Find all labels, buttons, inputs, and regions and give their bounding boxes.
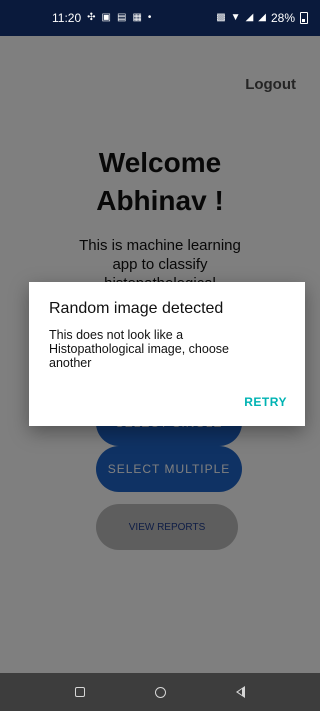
wifi-icon: ▼ [230, 12, 241, 23]
navigation-bar [0, 673, 320, 711]
battery-icon [300, 12, 308, 24]
signal-icon: ◢ [245, 12, 254, 23]
status-left: 11:20 ✣ ▣ ▤ ▦ • [52, 11, 151, 25]
status-bar: 11:20 ✣ ▣ ▤ ▦ • ▩ ▼ ◢ ◢ 28% [0, 0, 320, 36]
app-icon: ▣ [101, 12, 111, 23]
status-time: 11:20 [52, 11, 82, 25]
retry-button[interactable]: RETRY [244, 395, 287, 409]
vibe-icon: ✣ [87, 12, 96, 23]
recents-icon[interactable] [75, 687, 85, 697]
dialog-title: Random image detected [49, 300, 224, 317]
back-icon[interactable] [236, 686, 245, 698]
dialog-message: This does not look like a Histopathologi… [49, 328, 229, 370]
volte-icon: ▩ [216, 12, 226, 23]
signal-icon-2: ◢ [258, 12, 266, 23]
gallery-icon: ▤ [116, 12, 127, 23]
dot-icon: • [147, 12, 152, 23]
alert-dialog: Random image detected This does not look… [29, 282, 305, 426]
status-right: ▩ ▼ ◢ ◢ 28% [216, 11, 308, 25]
battery-percent: 28% [270, 11, 295, 25]
home-icon[interactable] [155, 686, 166, 698]
app-icon-2: ▦ [132, 12, 142, 23]
